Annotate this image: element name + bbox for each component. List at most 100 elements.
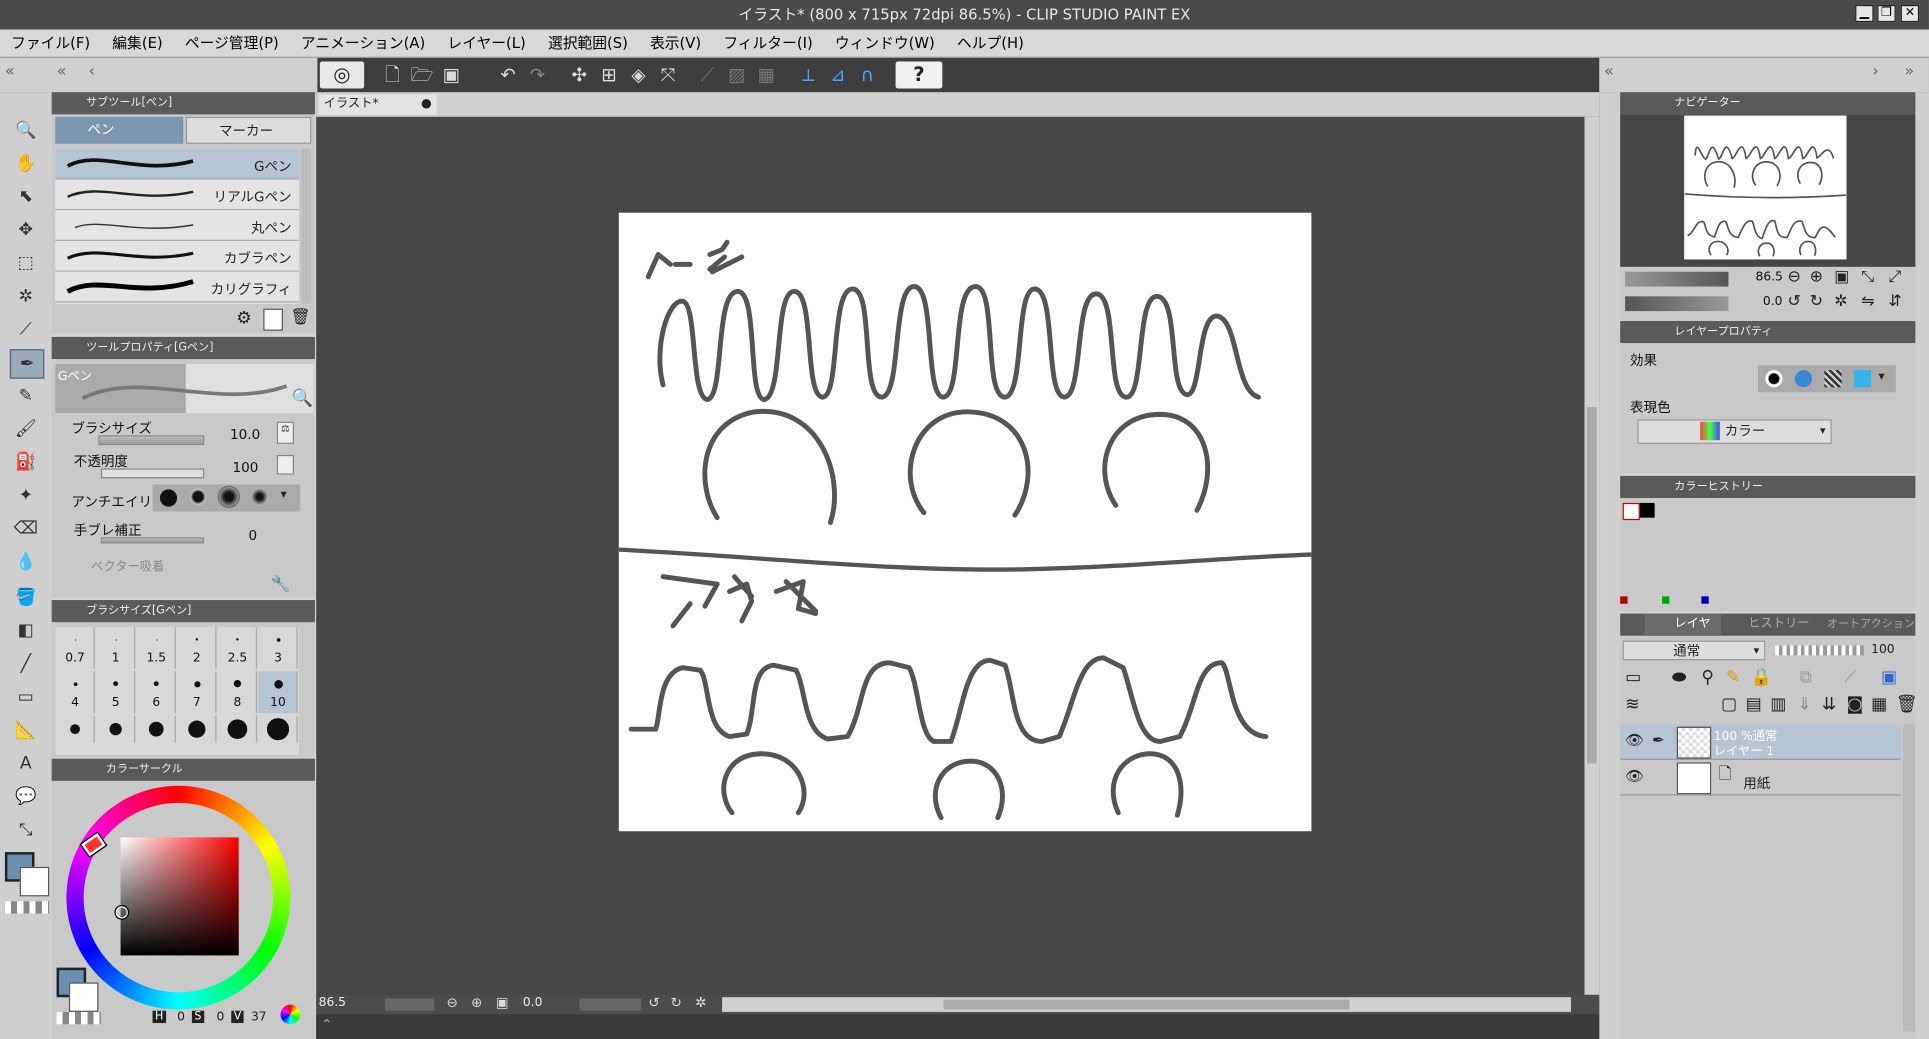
antialias-none[interactable]	[159, 489, 178, 507]
visibility-eye-icon[interactable]: 👁	[1625, 732, 1644, 749]
correct-line-icon[interactable]: ⤡	[12, 816, 39, 843]
arrow-right-icon[interactable]: ›	[1872, 63, 1878, 81]
nav-actual-size-icon[interactable]: ⤢	[1888, 268, 1901, 286]
eyedropper-icon[interactable]: ⟋	[12, 316, 39, 343]
layer-color-icon[interactable]: ▣	[1881, 668, 1897, 688]
layer-color-icon[interactable]	[1853, 370, 1872, 388]
brush-size-preset[interactable]: 2.5	[218, 627, 258, 669]
show-selection-icon[interactable]: ▦	[753, 61, 780, 88]
nav-rotate-left-icon[interactable]: ↺	[1787, 293, 1800, 311]
brush-size-preset[interactable]	[218, 715, 258, 743]
transparent-color-swatch[interactable]	[4, 901, 50, 914]
brush-size-preset[interactable]	[96, 715, 136, 743]
tab-illust[interactable]: イラスト* ●	[318, 94, 437, 115]
brush-size-preset[interactable]	[177, 715, 217, 743]
opacity-slider[interactable]	[100, 468, 205, 479]
nav-flip-h-icon[interactable]: ⇋	[1861, 293, 1874, 311]
brush-size-preset[interactable]: 8	[218, 671, 258, 714]
brush-item-maru-pen[interactable]: 丸ペン	[55, 210, 299, 242]
close-button[interactable]: ✕	[1900, 4, 1920, 23]
color-mode-icon[interactable]	[280, 1004, 301, 1025]
brush-size-preset[interactable]: 3	[258, 627, 298, 669]
antialias-strong[interactable]	[250, 488, 269, 506]
canvas-angle-value[interactable]: 0.0	[523, 996, 543, 1010]
layer-row[interactable]: 👁 ✒ 100 %通常 レイヤー 1	[1620, 724, 1901, 760]
save-icon[interactable]: ▣	[438, 61, 465, 88]
gradient-tool-icon[interactable]: ◧	[12, 617, 39, 644]
rotate-right-icon[interactable]: ↻	[670, 995, 681, 1011]
tab-history[interactable]: ヒストリー	[1724, 614, 1810, 636]
tab-layer[interactable]: レイヤー	[1644, 613, 1722, 653]
eraser-tool-icon[interactable]: ⌫	[12, 515, 39, 542]
invert-selection-icon[interactable]: ▨	[723, 61, 750, 88]
snap-grid-icon[interactable]: ∩	[854, 61, 881, 88]
clear-outside-icon[interactable]: ⊞	[595, 61, 622, 88]
v-value[interactable]: 37	[251, 1011, 267, 1025]
trash-icon[interactable]: 🗑	[290, 309, 310, 327]
brush-item-real-gpen[interactable]: リアルGペン	[55, 179, 299, 211]
antialias-weak[interactable]	[189, 488, 207, 506]
horizontal-scroll-thumb[interactable]	[943, 999, 1350, 1010]
tone-icon[interactable]	[1824, 370, 1842, 388]
layer-opacity-value[interactable]: 100	[1871, 643, 1894, 657]
menu-page[interactable]: ページ管理(P)	[174, 30, 290, 57]
chevron-down-icon[interactable]: ▾	[280, 488, 286, 502]
collapse-left-icon[interactable]: «	[5, 63, 15, 81]
selection-tool-icon[interactable]: ⬚	[12, 250, 39, 277]
move-layer-icon[interactable]: ✥	[12, 216, 39, 243]
pen-tool-icon[interactable]: ✒	[9, 349, 45, 379]
new-folder-icon[interactable]: ▥	[1770, 695, 1786, 715]
zoom-in-icon[interactable]: ⊕	[471, 995, 482, 1011]
brush-size-preset[interactable]	[55, 715, 95, 743]
saturation-value-square[interactable]	[120, 837, 239, 956]
drawing-canvas[interactable]	[616, 212, 1314, 832]
blend-tool-icon[interactable]: 💧	[12, 548, 39, 575]
collapse-right-icon[interactable]: »	[1904, 63, 1914, 81]
color-picker-handle[interactable]	[114, 904, 130, 920]
fill-icon[interactable]: ◈	[625, 61, 652, 88]
nav-reset-rotate-icon[interactable]: ✲	[1834, 293, 1847, 311]
nav-fit-icon[interactable]: ▣	[1834, 268, 1849, 286]
brush-size-preset[interactable]: 4	[55, 671, 95, 714]
snap-ruler-icon[interactable]: ⟂	[795, 61, 822, 88]
hand-tool-icon[interactable]: ✋	[12, 150, 39, 177]
nav-zoom-slider[interactable]	[1625, 271, 1729, 287]
nav-fit-width-icon[interactable]: ⤡	[1861, 268, 1874, 286]
snap-special-ruler-icon[interactable]: ⊿	[824, 61, 851, 88]
maximize-button[interactable]: ❐	[1877, 4, 1896, 23]
nav-zoom-value[interactable]: 86.5	[1755, 271, 1782, 285]
brush-item-kabura-pen[interactable]: カブラペン	[55, 241, 299, 272]
open-file-icon[interactable]: 🗁	[408, 61, 435, 88]
rotate-left-icon[interactable]: ↺	[648, 995, 659, 1011]
zoom-tool-icon[interactable]: 🔍	[12, 117, 39, 144]
lock-icon[interactable]: 🔒	[1751, 668, 1772, 688]
nav-rotate-slider[interactable]	[1625, 296, 1729, 312]
wrench-icon[interactable]: 🔧	[271, 575, 291, 593]
sub-color-swatch[interactable]	[19, 866, 50, 897]
vertical-scroll-thumb[interactable]	[1586, 406, 1597, 764]
new-raster-layer-icon[interactable]: ▢	[1721, 695, 1737, 715]
brush-size-preset[interactable]: 1	[96, 627, 136, 669]
opacity-option-button[interactable]	[276, 454, 295, 475]
h-value[interactable]: 0	[177, 1011, 185, 1025]
reference-layer-icon[interactable]: ⚲	[1701, 668, 1714, 688]
brush-size-preset[interactable]: 10	[258, 671, 298, 714]
paper-color-icon[interactable]: ▭	[1625, 668, 1641, 688]
ruler-link-icon[interactable]: ⟋	[1844, 668, 1856, 688]
menu-layer[interactable]: レイヤー(L)	[436, 30, 537, 57]
collapse-left-icon[interactable]: «	[57, 63, 67, 81]
zoom-out-icon[interactable]: ⊖	[447, 995, 458, 1011]
decoration-tool-icon[interactable]: ✦	[12, 482, 39, 509]
menu-window[interactable]: ウィンドウ(W)	[824, 30, 946, 57]
collapse-right-icon[interactable]: «	[1604, 63, 1614, 81]
undo-icon[interactable]: ↶	[495, 61, 522, 88]
brush-item-gpen[interactable]: Gペン	[55, 148, 299, 180]
vertical-scrollbar[interactable]	[1584, 116, 1600, 998]
deselect-icon[interactable]: ⟋	[694, 61, 721, 88]
menu-file[interactable]: ファイル(F)	[0, 30, 101, 57]
subtool-settings-icon[interactable]: ⚙	[236, 309, 251, 329]
fill-tool-icon[interactable]: 🪣	[12, 584, 39, 611]
pressure-button[interactable]: ⚖	[276, 421, 295, 444]
history-swatch[interactable]	[1622, 502, 1640, 521]
transfer-down-icon[interactable]: ⇓	[1797, 695, 1811, 715]
